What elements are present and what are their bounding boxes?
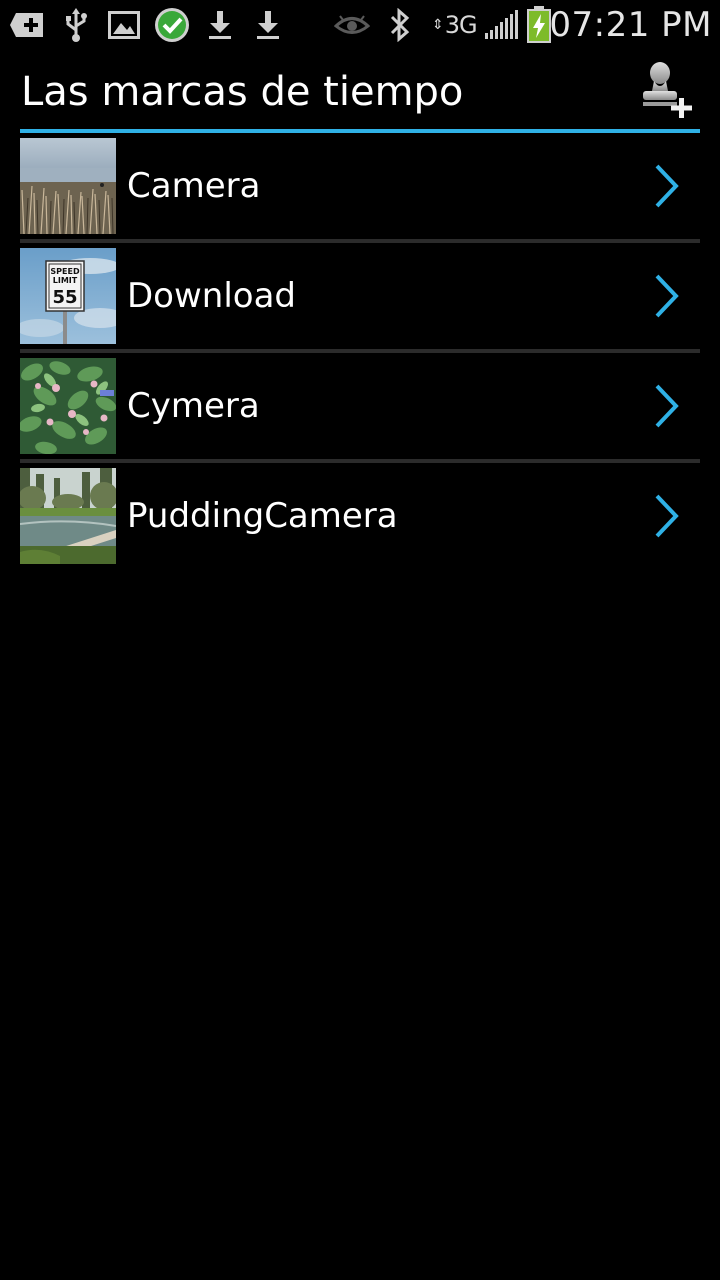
add-stamp-button[interactable] — [636, 58, 700, 122]
sign-text-number: 55 — [52, 287, 77, 308]
download-icon — [248, 5, 288, 45]
sign-text-limit: LIMIT — [53, 276, 78, 285]
chevron-right-icon — [655, 384, 679, 428]
folder-item-camera[interactable]: Camera — [20, 133, 700, 243]
add-stamp-icon — [643, 62, 692, 118]
bluetooth-icon — [380, 5, 420, 45]
folder-thumbnail — [20, 358, 116, 454]
folder-thumbnail: SPEED LIMIT 55 — [20, 248, 116, 344]
page-title: Las marcas de tiempo — [21, 69, 464, 115]
sign-text-speed: SPEED — [50, 267, 80, 276]
folder-list: Camera SPEED LIMIT 55 Download Cymera Pu… — [20, 133, 700, 569]
chevron-right-icon — [655, 494, 679, 538]
battery-plus-icon — [8, 5, 48, 45]
download-icon — [200, 5, 240, 45]
chevron-right-icon — [655, 274, 679, 318]
eye-icon — [332, 5, 372, 45]
status-time: 07:21 PM — [549, 5, 712, 45]
folder-thumbnail — [20, 468, 116, 564]
folder-label: Cymera — [127, 386, 260, 426]
folder-item-download[interactable]: SPEED LIMIT 55 Download — [20, 243, 700, 353]
chevron-right-icon — [655, 164, 679, 208]
status-bar: ⇕ 3G 07:21 PM — [0, 0, 720, 50]
network-type-indicator: ⇕ 3G — [432, 8, 478, 42]
check-circle-icon — [152, 5, 192, 45]
folder-label: Camera — [127, 166, 261, 206]
folder-label: Download — [127, 276, 297, 316]
network-type-label: 3G — [444, 11, 478, 39]
data-activity-icon: ⇕ — [432, 17, 444, 33]
folder-label: PuddingCamera — [127, 496, 398, 536]
folder-item-cymera[interactable]: Cymera — [20, 353, 700, 463]
signal-icon — [482, 5, 520, 45]
image-icon — [104, 5, 144, 45]
folder-item-puddingcamera[interactable]: PuddingCamera — [20, 463, 700, 569]
action-bar: Las marcas de tiempo — [20, 50, 700, 130]
usb-icon — [56, 5, 96, 45]
folder-thumbnail — [20, 138, 116, 234]
